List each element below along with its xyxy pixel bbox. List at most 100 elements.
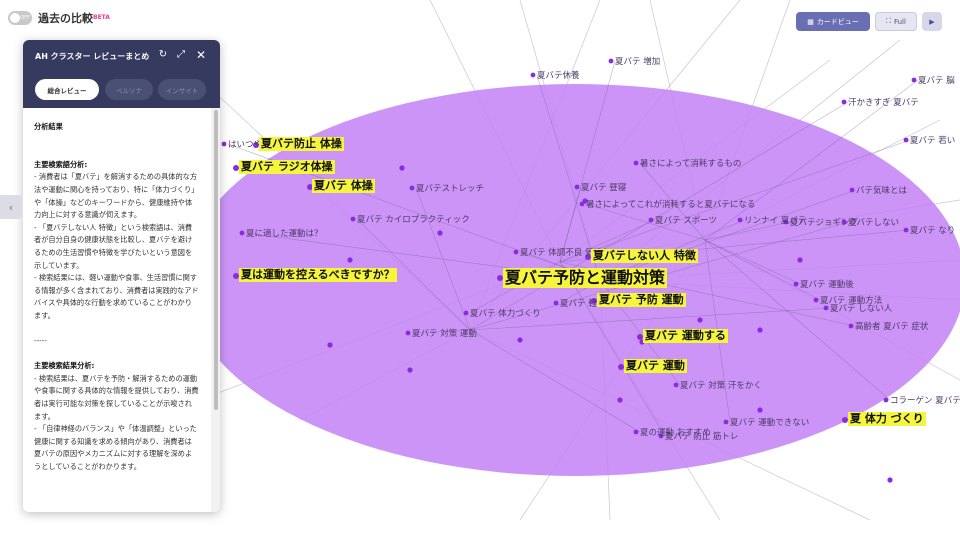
- graph-node[interactable]: [530, 72, 536, 78]
- graph-term-label[interactable]: 夏バテ休養: [537, 70, 580, 81]
- panel-body[interactable]: 分析結果 主要検索語分析: - 消費者は「夏バテ」を解消するための具体的な方法や…: [23, 108, 220, 512]
- section-title: 主要検索結果分析:: [34, 361, 95, 371]
- close-icon[interactable]: ✕: [194, 48, 208, 62]
- refresh-icon[interactable]: ↻: [156, 48, 170, 62]
- highlight-term[interactable]: 夏バテしない人 特徴: [591, 249, 698, 263]
- graph-node[interactable]: [409, 185, 415, 191]
- expand-icon[interactable]: ⤢: [174, 48, 188, 62]
- graph-term-label[interactable]: 夏バテ 防止 筋トレ: [665, 431, 738, 442]
- highlight-term[interactable]: 夏バテ防止 体操: [259, 137, 344, 151]
- graph-node[interactable]: [648, 217, 654, 223]
- graph-term-label[interactable]: 夏バテ 対策 運動: [412, 328, 477, 339]
- graph-node[interactable]: [757, 327, 763, 333]
- graph-node[interactable]: [883, 397, 889, 403]
- graph-node[interactable]: [347, 257, 353, 263]
- panel-tabs: 総合レビュー ペルソナ インサイト: [23, 72, 220, 108]
- graph-term-label[interactable]: 高齢者 夏バテ 症状: [855, 321, 929, 332]
- graph-term-label[interactable]: 夏バテ しない人: [830, 304, 893, 314]
- page-title: 過去の比較: [38, 12, 93, 25]
- graph-term-label[interactable]: 夏バテ なり: [910, 226, 955, 236]
- card-view-label: カードビュー: [816, 17, 859, 26]
- highlight-term[interactable]: 夏バテ ラジオ体操: [239, 160, 335, 174]
- compare-toggle[interactable]: OFF: [8, 11, 32, 25]
- graph-node[interactable]: [574, 184, 580, 190]
- graph-node[interactable]: [221, 141, 227, 147]
- graph-term-label[interactable]: 夏バテストレッチ: [416, 184, 484, 194]
- graph-term-label[interactable]: 夏バテ 体力づくり: [470, 308, 541, 319]
- panel-scroll-thumb[interactable]: [214, 110, 218, 410]
- graph-node[interactable]: [517, 337, 523, 343]
- graph-node[interactable]: [463, 310, 469, 316]
- graph-node[interactable]: [841, 99, 847, 105]
- highlight-term[interactable]: 夏は運動を控えるべきですか？: [239, 268, 397, 282]
- graph-node[interactable]: [407, 367, 413, 373]
- graph-node[interactable]: [757, 407, 763, 413]
- play-button[interactable]: ▶: [922, 12, 942, 31]
- fullscreen-button[interactable]: ⛶ Full: [875, 12, 917, 31]
- graph-term-label[interactable]: 汗かきすぎ 夏バテ: [848, 97, 919, 108]
- graph-node[interactable]: [673, 382, 679, 388]
- highlight-term[interactable]: 夏バテ 体操: [312, 179, 375, 193]
- graph-node[interactable]: [608, 58, 614, 64]
- tab-insight[interactable]: インサイト: [158, 79, 206, 100]
- highlight-term[interactable]: 夏 体力 づくり: [848, 412, 926, 426]
- graph-node[interactable]: [437, 230, 443, 236]
- graph-term-label[interactable]: バテ気味とは: [856, 185, 908, 196]
- graph-term-label[interactable]: 夏バテ 運動できない: [730, 417, 809, 428]
- graph-term-label[interactable]: 夏バテ 増加: [615, 56, 660, 67]
- graph-node[interactable]: [813, 297, 819, 303]
- graph-term-label[interactable]: 夏バテ 昼寝: [581, 182, 627, 193]
- highlight-term[interactable]: 夏バテ予防と運動対策: [503, 268, 668, 288]
- graph-node[interactable]: [823, 305, 829, 311]
- graph-node[interactable]: [697, 317, 703, 323]
- graph-term-label[interactable]: 夏バテ 脳: [918, 75, 955, 86]
- paragraph: - 消費者は「夏バテ」を解消するための具体的な方法や運動に関心を持っており、特に…: [34, 172, 199, 220]
- grid-icon: ▦: [807, 17, 814, 26]
- highlight-term[interactable]: 夏バテ 運動する: [643, 329, 728, 343]
- highlight-term[interactable]: 夏バテ 運動: [624, 359, 687, 373]
- graph-node[interactable]: [350, 216, 356, 222]
- graph-term-label[interactable]: 夏バテ カイロプラクティック: [357, 215, 470, 225]
- graph-term-label[interactable]: 暑さによって消耗するもの: [640, 158, 741, 169]
- toggle-knob: [10, 13, 20, 23]
- section-title: 分析結果: [34, 122, 63, 131]
- graph-node[interactable]: [737, 217, 743, 223]
- graph-node[interactable]: [723, 419, 729, 425]
- graph-node[interactable]: [399, 165, 405, 171]
- review-content: 分析結果 主要検索語分析: - 消費者は「夏バテ」を解消するための具体的な方法や…: [34, 121, 199, 474]
- graph-term-label[interactable]: 夏バテ 若い: [910, 135, 955, 146]
- graph-term-label[interactable]: コラーゲン 夏バテ: [890, 395, 960, 406]
- fullscreen-icon: ⛶: [886, 17, 891, 25]
- graph-node[interactable]: [848, 323, 854, 329]
- graph-node[interactable]: [327, 342, 333, 348]
- graph-term-label[interactable]: 夏バテ スポーツ: [655, 216, 717, 226]
- graph-node[interactable]: [793, 281, 799, 287]
- panel-title: AH クラスター レビューまとめ: [35, 51, 150, 61]
- card-view-button[interactable]: ▦ カードビュー: [796, 12, 870, 31]
- graph-node[interactable]: [633, 160, 639, 166]
- graph-term-label[interactable]: 夏バテ 運動後: [800, 279, 854, 290]
- graph-node[interactable]: [903, 137, 909, 143]
- graph-node[interactable]: [903, 227, 909, 233]
- tab-persona[interactable]: ペルソナ: [105, 79, 153, 100]
- graph-node[interactable]: [513, 249, 519, 255]
- graph-term-label[interactable]: 夏バテしない: [848, 218, 899, 228]
- graph-node[interactable]: [579, 201, 585, 207]
- graph-node[interactable]: [849, 187, 855, 193]
- paragraph: - 検索結果は、夏バテを予防・解消するための運動や食事に関する具体的な情報を提供…: [34, 373, 199, 421]
- section-title: 主要検索語分析:: [34, 159, 88, 169]
- graph-node[interactable]: [239, 230, 245, 236]
- graph-term-label[interactable]: 暑さによってこれが消耗すると夏バテになる: [586, 199, 755, 210]
- graph-node[interactable]: [797, 257, 803, 263]
- graph-term-label[interactable]: 夏に適した運動は？: [246, 228, 323, 239]
- collapse-panel-button[interactable]: ‹: [0, 195, 22, 219]
- tab-overall-review[interactable]: 総合レビュー: [35, 79, 99, 100]
- graph-node[interactable]: [911, 77, 917, 83]
- graph-term-label[interactable]: 夏バテ 対策 汗をかく: [680, 380, 762, 391]
- highlight-term[interactable]: 夏バテ 予防 運動: [597, 293, 686, 307]
- graph-node[interactable]: [617, 397, 623, 403]
- graph-node[interactable]: [633, 429, 639, 435]
- graph-node[interactable]: [405, 330, 411, 336]
- graph-node[interactable]: [887, 477, 893, 483]
- graph-node[interactable]: [553, 300, 559, 306]
